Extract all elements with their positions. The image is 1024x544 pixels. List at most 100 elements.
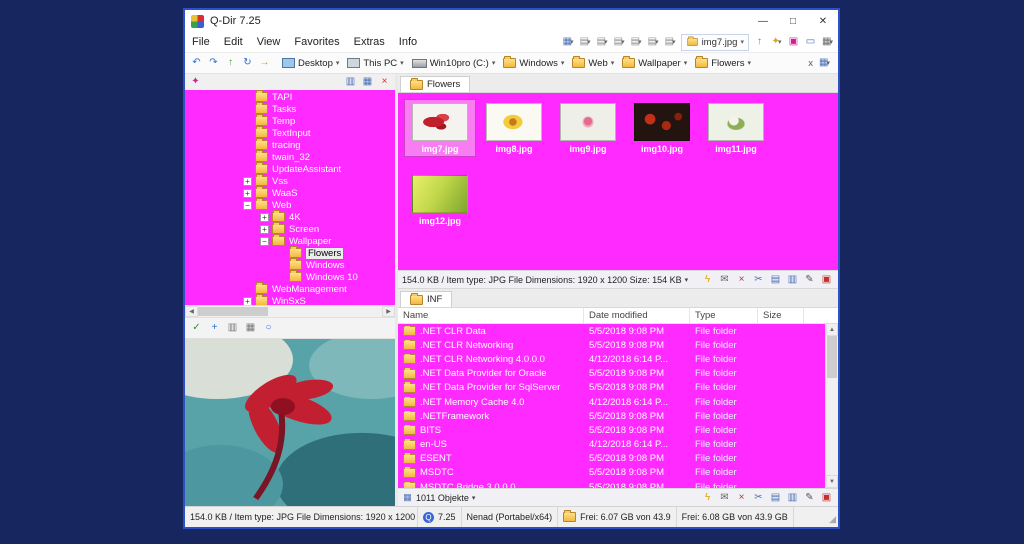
column-header-size[interactable]: Size bbox=[758, 308, 804, 323]
clipboard-slot-1-icon[interactable]: ▤▾ bbox=[578, 35, 593, 49]
copy-icon[interactable]: ▤ bbox=[768, 273, 783, 287]
flash-icon[interactable]: ϟ bbox=[700, 491, 715, 505]
tree-item-webmanagement[interactable]: WebManagement bbox=[185, 283, 395, 295]
chevron-down-icon[interactable]: ▾ bbox=[611, 59, 615, 67]
title-bar[interactable]: Q-Dir 7.25 —□✕ bbox=[185, 10, 838, 32]
tab-flowers[interactable]: Flowers bbox=[400, 76, 470, 92]
monitor-icon[interactable]: ▭ bbox=[803, 35, 818, 49]
breadcrumb-windows[interactable]: Windows▾ bbox=[499, 55, 568, 71]
clipboard-slot-4-icon[interactable]: ▤▾ bbox=[629, 35, 644, 49]
copy-icon[interactable]: ▤ bbox=[768, 491, 783, 505]
paste-icon[interactable]: ▥ bbox=[785, 273, 800, 287]
file-list-scrollbar[interactable]: ▲ ▼ bbox=[825, 323, 838, 488]
chevron-down-icon[interactable]: ▾ bbox=[747, 59, 751, 67]
goto-icon[interactable]: → bbox=[257, 56, 272, 70]
tree-item-temp[interactable]: Temp bbox=[185, 115, 395, 127]
scroll-down-icon[interactable]: ▼ bbox=[826, 475, 838, 488]
favorites-star-icon[interactable]: ✦▾ bbox=[769, 35, 784, 49]
tree-layout-2-icon[interactable]: ▦ bbox=[360, 75, 375, 89]
magnifier-icon[interactable]: ○ bbox=[261, 321, 276, 335]
thumbnail-img10[interactable]: img10.jpg bbox=[627, 100, 697, 156]
tree-item-twain-32[interactable]: twain_32 bbox=[185, 151, 395, 163]
back-icon[interactable]: ↶ bbox=[189, 56, 204, 70]
paste-icon[interactable]: ▥ bbox=[785, 491, 800, 505]
menu-item-favorites[interactable]: Favorites bbox=[287, 36, 346, 48]
close-red-icon[interactable]: × bbox=[734, 273, 749, 287]
breadcrumb-flowers[interactable]: Flowers▾ bbox=[691, 55, 755, 71]
scroll-left-icon[interactable]: ◀ bbox=[185, 306, 198, 317]
clipboard-slot-3-icon[interactable]: ▤▾ bbox=[612, 35, 627, 49]
tree-close-icon[interactable]: × bbox=[377, 75, 392, 89]
table-row[interactable]: .NETFramework5/5/2018 9:08 PMFile folder bbox=[398, 409, 838, 423]
tree-expander-icon[interactable]: + bbox=[243, 297, 252, 306]
delete-icon[interactable]: ▣ bbox=[819, 491, 834, 505]
refresh-icon[interactable]: ↻ bbox=[240, 56, 255, 70]
table-row[interactable]: .NET CLR Data5/5/2018 9:08 PMFile folder bbox=[398, 324, 838, 338]
breadcrumb-desktop[interactable]: Desktop▾ bbox=[278, 55, 343, 71]
chevron-down-icon[interactable]: ▾ bbox=[684, 59, 688, 67]
menu-item-file[interactable]: File bbox=[185, 36, 217, 48]
tree-expander-icon[interactable]: + bbox=[243, 189, 252, 198]
tab-inf[interactable]: INF bbox=[400, 291, 452, 307]
addressbar-close-button[interactable]: x bbox=[808, 58, 813, 69]
quick-links-icon[interactable]: ✦ bbox=[188, 75, 203, 89]
send-to-icon[interactable]: ↑ bbox=[752, 35, 767, 49]
zoom-in-icon[interactable]: + bbox=[207, 321, 222, 335]
pane-select-icon[interactable]: ▦▾ bbox=[817, 56, 832, 70]
tree-item-winsxs[interactable]: +WinSxS bbox=[185, 295, 395, 305]
tree-item-waas[interactable]: +WaaS bbox=[185, 187, 395, 199]
delete-icon[interactable]: ▣ bbox=[819, 273, 834, 287]
tree-item-textinput[interactable]: TextInput bbox=[185, 127, 395, 139]
thumbnail-img8[interactable]: img8.jpg bbox=[479, 100, 549, 156]
mail-icon[interactable]: ✉ bbox=[717, 273, 732, 287]
breadcrumb-win10pro-c-[interactable]: Win10pro (C:)▾ bbox=[408, 55, 500, 71]
apply-check-icon[interactable]: ✓ bbox=[189, 321, 204, 335]
table-row[interactable]: .NET Data Provider for SqlServer5/5/2018… bbox=[398, 381, 838, 395]
thumbnail-img12[interactable]: img12.jpg bbox=[405, 172, 475, 228]
chevron-down-icon[interactable]: ▾ bbox=[561, 59, 565, 67]
clipboard-slot-6-icon[interactable]: ▤▾ bbox=[663, 35, 678, 49]
breadcrumb-web[interactable]: Web▾ bbox=[568, 55, 618, 71]
scroll-up-icon[interactable]: ▲ bbox=[826, 323, 838, 336]
magenta-theme-icon[interactable]: ▣ bbox=[786, 35, 801, 49]
cut-icon[interactable]: ✂ bbox=[751, 273, 766, 287]
tree-item-updateassistant[interactable]: UpdateAssistant bbox=[185, 163, 395, 175]
column-header-type[interactable]: Type bbox=[690, 308, 758, 323]
chevron-down-icon[interactable]: ▾ bbox=[400, 59, 404, 67]
tree-expander-icon[interactable]: + bbox=[243, 177, 252, 186]
thumbnail-img7[interactable]: img7.jpg bbox=[405, 100, 475, 156]
edit-icon[interactable]: ✎ bbox=[802, 491, 817, 505]
flash-icon[interactable]: ϟ bbox=[700, 273, 715, 287]
table-row[interactable]: MSDTC5/5/2018 9:08 PMFile folder bbox=[398, 466, 838, 480]
tree-item-tasks[interactable]: Tasks bbox=[185, 103, 395, 115]
chevron-down-icon[interactable]: ▾ bbox=[492, 59, 496, 67]
scrollbar-thumb[interactable] bbox=[198, 307, 268, 316]
minimize-button[interactable]: — bbox=[748, 10, 778, 32]
tree-expander-icon[interactable]: − bbox=[260, 237, 269, 246]
chevron-down-icon[interactable]: ▾ bbox=[685, 276, 689, 284]
scrollbar-thumb[interactable] bbox=[827, 336, 837, 378]
table-row[interactable]: .NET CLR Networking5/5/2018 9:08 PMFile … bbox=[398, 338, 838, 352]
tree-item-screen[interactable]: +Screen bbox=[185, 223, 395, 235]
tree-item-tracing[interactable]: tracing bbox=[185, 139, 395, 151]
close-red-icon[interactable]: × bbox=[734, 491, 749, 505]
list-view-icon[interactable]: ▦ bbox=[402, 492, 413, 503]
tree-expander-icon[interactable]: + bbox=[260, 225, 269, 234]
menu-item-info[interactable]: Info bbox=[392, 36, 424, 48]
clipboard-slot-5-icon[interactable]: ▤▾ bbox=[646, 35, 661, 49]
table-row[interactable]: .NET Memory Cache 4.04/12/2018 6:14 P...… bbox=[398, 395, 838, 409]
tree-expander-icon[interactable]: + bbox=[260, 213, 269, 222]
menu-item-extras[interactable]: Extras bbox=[347, 36, 392, 48]
up-icon[interactable]: ↑ bbox=[223, 56, 238, 70]
resize-grip[interactable]: ◢ bbox=[822, 507, 838, 527]
breadcrumb-wallpaper[interactable]: Wallpaper▾ bbox=[618, 55, 691, 71]
close-button[interactable]: ✕ bbox=[808, 10, 838, 32]
cut-icon[interactable]: ✂ bbox=[751, 491, 766, 505]
table-row[interactable]: MSDTC Bridge 3.0.0.05/5/2018 9:08 PMFile… bbox=[398, 480, 838, 488]
file-name-box[interactable]: img7.jpg ▾ bbox=[681, 34, 749, 51]
scroll-right-icon[interactable]: ▶ bbox=[382, 306, 395, 317]
chevron-down-icon[interactable]: ▾ bbox=[336, 59, 340, 67]
views-menu-icon[interactable]: ▦▾ bbox=[561, 35, 576, 49]
menu-item-edit[interactable]: Edit bbox=[217, 36, 250, 48]
tree-item-web[interactable]: −Web bbox=[185, 199, 395, 211]
